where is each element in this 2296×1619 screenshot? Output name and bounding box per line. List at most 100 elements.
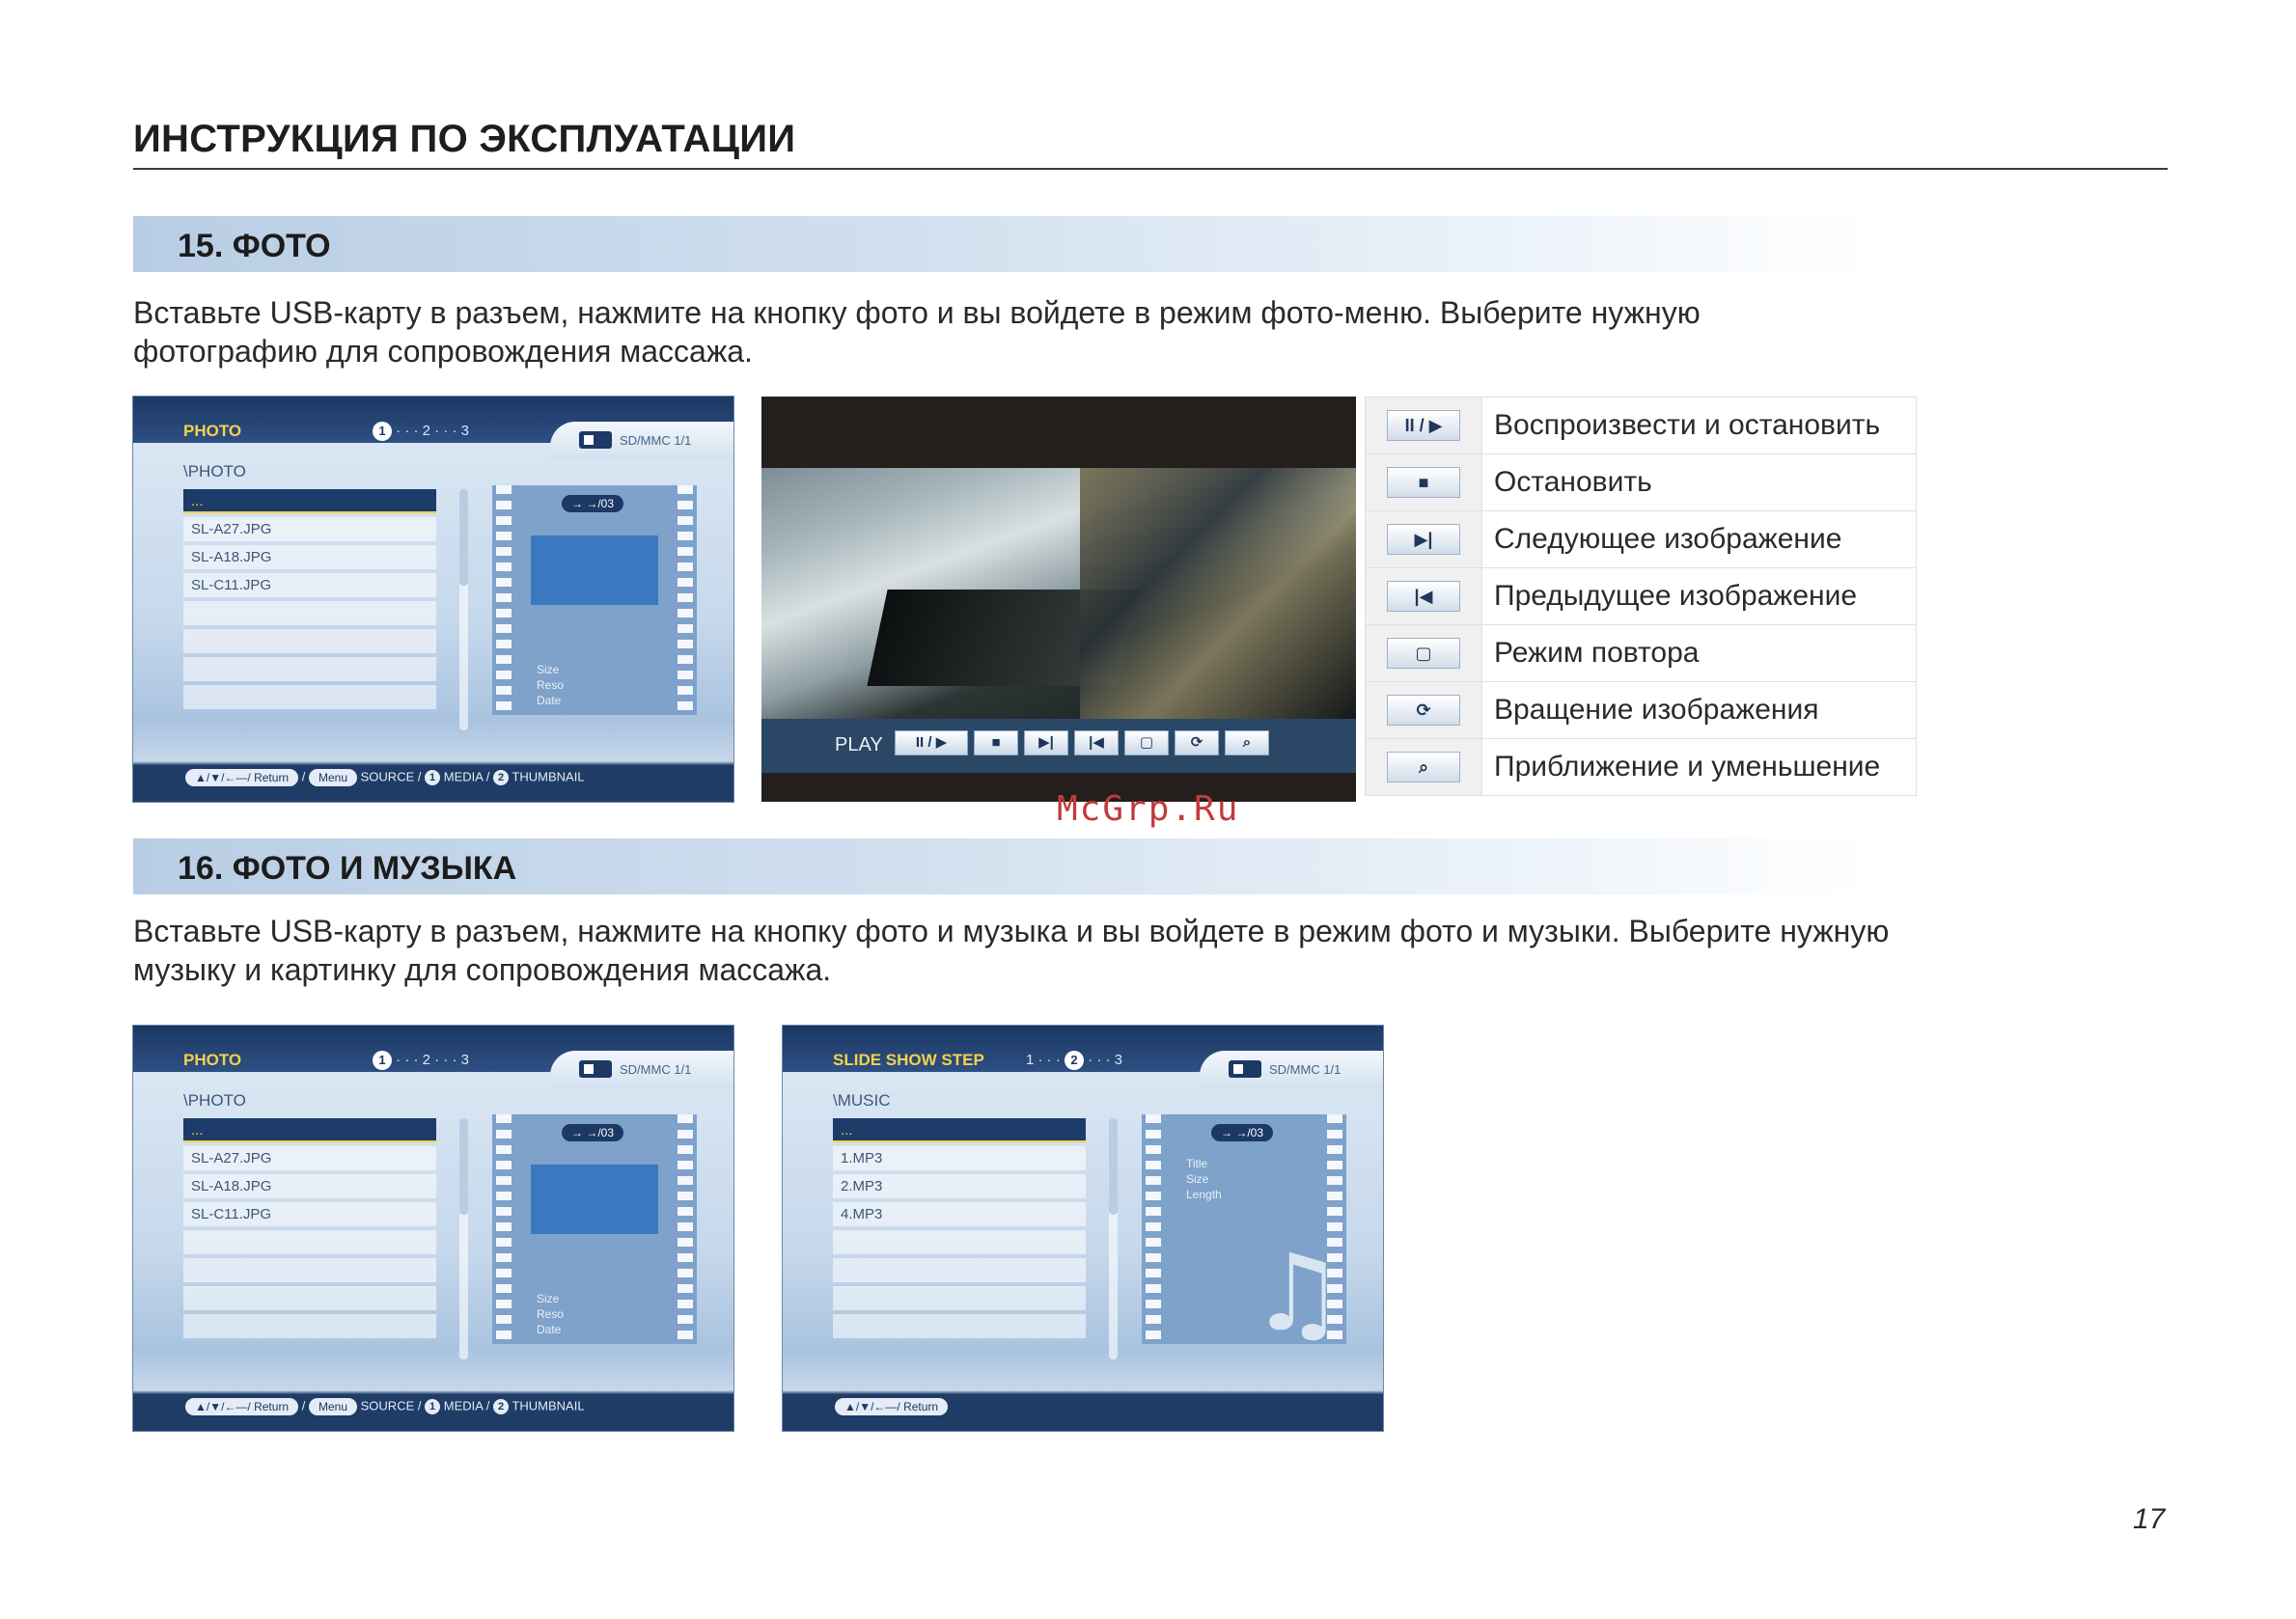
- zoom-icon: ⌕: [1387, 752, 1460, 782]
- hint-separator: /: [301, 769, 306, 784]
- meta-date-label: Date: [537, 694, 562, 707]
- file-row-empty: [183, 685, 436, 709]
- file-row-empty: [833, 1258, 1086, 1282]
- preview-filmstrip: → →/03 Title Size Length ♫: [1142, 1114, 1346, 1355]
- file-list: ... SL-A27.JPG SL-A18.JPG SL-C11.JPG: [183, 489, 436, 713]
- file-row[interactable]: SL-A18.JPG: [183, 1174, 436, 1198]
- previous-button[interactable]: |◀: [1074, 730, 1119, 755]
- menu-hint: Menu: [308, 1398, 358, 1415]
- file-row[interactable]: 4.MP3: [833, 1202, 1086, 1226]
- folder-path: \MUSIC: [833, 1091, 891, 1110]
- playback-control-bar: PLAY II / ▶ ■ ▶| |◀ ▢ ⟳ ⌕: [761, 719, 1356, 773]
- legend-label: Режим повтора: [1481, 624, 1917, 682]
- thumbnail-number: 2: [493, 770, 510, 785]
- media-hint: MEDIA /: [443, 769, 490, 784]
- section-16-text: Вставьте USB-карту в разъем, нажмите на …: [133, 912, 2208, 989]
- file-row[interactable]: SL-A18.JPG: [183, 545, 436, 569]
- source-hint: SOURCE /: [360, 769, 422, 784]
- file-row-selected[interactable]: ...: [183, 489, 436, 513]
- meta-title-label: Title: [1186, 1157, 1208, 1170]
- playback-buttons: II / ▶ ■ ▶| |◀ ▢ ⟳ ⌕: [895, 730, 1269, 755]
- music-screen: SLIDE SHOW STEP 1 · · · 2 · · · 3 SD/MMC…: [783, 1026, 1383, 1431]
- section-15-title: 15. ФОТО: [178, 228, 331, 264]
- thumbnail-hint: THUMBNAIL: [512, 769, 585, 784]
- play-status-label: PLAY: [835, 734, 883, 755]
- sd-card-label: SD/MMC 1/1: [1269, 1062, 1342, 1077]
- legend-row: ⌕ Приближение и уменьшение: [1365, 738, 1917, 796]
- file-row-empty: [183, 629, 436, 653]
- file-row-empty: [833, 1314, 1086, 1338]
- step-indicator-rest: · · · 2 · · · 3: [396, 1051, 469, 1068]
- hint-separator: /: [301, 1398, 306, 1413]
- nav-return-hint: ▲/▼/←—/ Return: [185, 769, 299, 786]
- sd-card-icon: [579, 431, 612, 449]
- previous-icon: |◀: [1387, 581, 1460, 612]
- list-scrollbar[interactable]: [459, 489, 468, 730]
- thumbnail-number: 2: [493, 1399, 510, 1414]
- next-button[interactable]: ▶|: [1024, 730, 1068, 755]
- file-row-empty: [183, 657, 436, 681]
- rotate-icon: ⟳: [1387, 695, 1460, 726]
- file-row[interactable]: SL-C11.JPG: [183, 1202, 436, 1226]
- meta-size-label: Size: [537, 1292, 560, 1305]
- folder-path: \PHOTO: [183, 1091, 246, 1110]
- meta-reso-label: Reso: [537, 1307, 565, 1321]
- screen-hint-bar: ▲/▼/←—/ Return: [835, 1398, 949, 1415]
- film-perforation-right: [678, 485, 693, 715]
- zoom-button[interactable]: ⌕: [1225, 730, 1269, 755]
- legend-row: II / ▶ Воспроизвести и остановить: [1365, 397, 1917, 454]
- file-row-empty: [183, 1286, 436, 1310]
- preview-filmstrip: → →/03 Size Reso Date: [492, 1114, 697, 1344]
- play-pause-icon: II / ▶: [1387, 410, 1460, 441]
- legend-label: Следующее изображение: [1481, 510, 1917, 568]
- file-row[interactable]: 2.MP3: [833, 1174, 1086, 1198]
- repeat-icon: ▢: [1387, 638, 1460, 669]
- legend-row: ▶| Следующее изображение: [1365, 510, 1917, 568]
- sd-card-label: SD/MMC 1/1: [620, 433, 692, 448]
- list-scrollbar[interactable]: [459, 1118, 468, 1359]
- file-row-selected[interactable]: ...: [833, 1118, 1086, 1142]
- film-perforation-left: [496, 1114, 512, 1344]
- screen-brand: SLIDE SHOW STEP: [833, 1051, 984, 1069]
- repeat-button[interactable]: ▢: [1124, 730, 1169, 755]
- sd-card-icon: [1229, 1060, 1261, 1078]
- thumbnail-hint: THUMBNAIL: [512, 1398, 585, 1413]
- photo-thumbnail: [531, 1165, 658, 1234]
- legend-label: Воспроизвести и остановить: [1481, 397, 1917, 454]
- screen-hint-bar: ▲/▼/←—/ Return / Menu SOURCE / 1 MEDIA /…: [185, 1398, 585, 1415]
- page-number: 17: [2133, 1503, 2166, 1535]
- file-row[interactable]: SL-A27.JPG: [183, 1146, 436, 1170]
- stop-button[interactable]: ■: [974, 730, 1018, 755]
- stop-icon: ■: [1387, 467, 1460, 498]
- controls-legend-table: II / ▶ Воспроизвести и остановить ■ Оста…: [1365, 397, 1917, 796]
- rotate-button[interactable]: ⟳: [1175, 730, 1219, 755]
- music-note-icon: ♫: [1250, 1231, 1345, 1355]
- sd-card-tab[interactable]: SD/MMC 1/1: [550, 422, 733, 460]
- preview-filmstrip: → →/03 Size Reso Date: [492, 485, 697, 715]
- document-title: ИНСТРУКЦИЯ ПО ЭКСПЛУАТАЦИИ: [133, 118, 796, 160]
- nav-return-hint: ▲/▼/←—/ Return: [835, 1398, 949, 1415]
- section-15-band: 15. ФОТО: [133, 216, 1870, 272]
- sd-card-tab[interactable]: SD/MMC 1/1: [550, 1051, 733, 1089]
- file-row-empty: [183, 1258, 436, 1282]
- photo-playback-frame: PLAY II / ▶ ■ ▶| |◀ ▢ ⟳ ⌕: [761, 397, 1356, 802]
- sd-card-tab[interactable]: SD/MMC 1/1: [1200, 1051, 1383, 1089]
- media-hint: MEDIA /: [443, 1398, 490, 1413]
- file-counter-badge: → →/03: [562, 495, 623, 512]
- list-scrollbar[interactable]: [1109, 1118, 1118, 1359]
- watermark: McGrp.Ru: [1057, 789, 1240, 829]
- section-16-text-line1: Вставьте USB-карту в разъем, нажмите на …: [133, 914, 1890, 948]
- section-15-text-line1: Вставьте USB-карту в разъем, нажмите на …: [133, 295, 1701, 330]
- file-row[interactable]: SL-A27.JPG: [183, 517, 436, 541]
- play-pause-button[interactable]: II / ▶: [895, 730, 968, 755]
- screen-steps: 1 · · · 2 · · · 3: [1026, 1051, 1122, 1070]
- file-row[interactable]: 1.MP3: [833, 1146, 1086, 1170]
- screen-hint-bar: ▲/▼/←—/ Return / Menu SOURCE / 1 MEDIA /…: [185, 769, 585, 786]
- file-row[interactable]: SL-C11.JPG: [183, 573, 436, 597]
- menu-hint: Menu: [308, 769, 358, 786]
- media-number: 1: [425, 770, 441, 785]
- step-indicator-rest: · · · 2 · · · 3: [396, 422, 469, 439]
- photo-thumbnail: [531, 535, 658, 605]
- source-hint: SOURCE /: [360, 1398, 422, 1413]
- file-row-selected[interactable]: ...: [183, 1118, 436, 1142]
